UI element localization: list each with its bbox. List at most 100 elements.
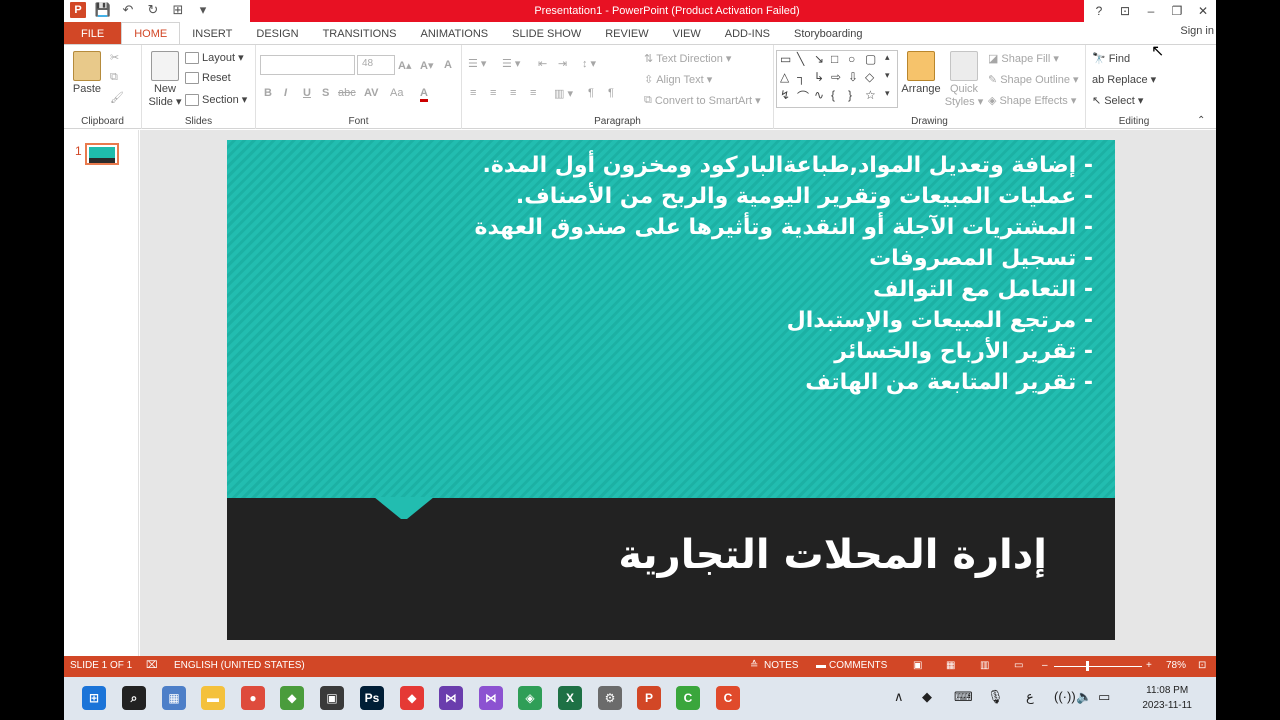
help-button[interactable]: ? <box>1086 0 1112 22</box>
arrange-button[interactable]: Arrange <box>900 51 942 95</box>
ribbon-display-options-button[interactable]: ⊡ <box>1112 0 1138 22</box>
shape-effects-button[interactable]: ◈ Shape Effects ▾ <box>988 94 1076 107</box>
taskbar-powerpoint-icon[interactable]: P <box>637 686 661 710</box>
tray-volume-icon[interactable]: 🔈 <box>1076 689 1092 705</box>
italic-button[interactable]: I <box>284 87 287 99</box>
fit-to-window-icon[interactable]: ⊡ <box>1198 660 1206 671</box>
center-icon[interactable]: ≡ <box>490 87 496 99</box>
increase-indent-icon[interactable]: ⇥ <box>558 57 567 70</box>
taskbar-excel-icon[interactable]: X <box>558 686 582 710</box>
curve-shape-icon[interactable]: ⌒ <box>797 88 809 105</box>
tab-storyboarding[interactable]: Storyboarding <box>782 22 875 45</box>
rectangle-shape-icon[interactable]: □ <box>831 52 838 66</box>
zoom-in-button[interactable]: + <box>1146 660 1152 671</box>
left-brace-shape-icon[interactable]: { <box>831 88 835 102</box>
section-button[interactable]: Section ▾ <box>185 93 247 106</box>
tab-animations[interactable]: ANIMATIONS <box>409 22 501 45</box>
minimize-button[interactable]: – <box>1138 0 1164 22</box>
text-direction-button[interactable]: ⇅ Text Direction ▾ <box>644 52 731 65</box>
taskbar-app-green2-icon[interactable]: ◈ <box>518 686 542 710</box>
notes-button[interactable]: NOTES <box>764 660 798 671</box>
elbow-connector-shape-icon[interactable]: ┐ <box>797 70 806 84</box>
arc-shape-icon[interactable]: ∿ <box>814 88 824 102</box>
curve-arrow-shape-icon[interactable]: ↯ <box>780 88 790 102</box>
reading-view-icon[interactable]: ▥ <box>980 660 989 671</box>
gallery-scroll-up-icon[interactable]: ▴ <box>885 52 890 63</box>
character-spacing-button[interactable]: AV <box>364 87 378 99</box>
cut-icon[interactable]: ✂ <box>110 51 119 64</box>
collapse-ribbon-icon[interactable]: ⌃ <box>1197 115 1205 126</box>
right-brace-shape-icon[interactable]: } <box>848 88 852 102</box>
shape-misc-icon[interactable]: ◇ <box>865 70 874 84</box>
shapes-gallery[interactable]: ▭ ╲ ↘ □ ○ ▢ △ ┐ ↳ ⇨ ⇩ ◇ ↯ ⌒ ∿ { } ☆ ▴ ▾ <box>776 50 898 108</box>
strikethrough-button[interactable]: abc <box>338 87 356 99</box>
normal-view-icon[interactable]: ▣ <box>913 660 922 671</box>
tab-home[interactable]: HOME <box>121 22 181 45</box>
maximize-button[interactable]: ❐ <box>1164 0 1190 22</box>
tab-review[interactable]: REVIEW <box>593 22 660 45</box>
taskbar-clock[interactable]: 11:08 PM 2023-11-11 <box>1142 683 1192 713</box>
decrease-indent-icon[interactable]: ⇤ <box>538 57 547 70</box>
content-placeholder[interactable]: - إضافة وتعديل المواد,طباعةالباركود ومخز… <box>233 150 1093 398</box>
reset-button[interactable]: Reset <box>185 72 231 84</box>
bold-button[interactable]: B <box>264 87 272 99</box>
slide-show-icon[interactable]: ▭ <box>1014 660 1023 671</box>
shrink-font-button[interactable]: A▾ <box>420 59 433 72</box>
spell-check-icon[interactable]: ⌧ <box>146 660 158 671</box>
replace-button[interactable]: ab Replace ▾ <box>1092 73 1156 87</box>
justify-icon[interactable]: ≡ <box>530 87 536 99</box>
format-painter-icon[interactable]: 🖌 <box>110 91 124 104</box>
layout-button[interactable]: Layout ▾ <box>185 51 244 64</box>
triangle-shape-icon[interactable]: △ <box>780 70 789 84</box>
taskbar-app-green-icon[interactable]: ◆ <box>280 686 304 710</box>
save-icon[interactable]: 💾 <box>95 2 111 18</box>
slide-sorter-icon[interactable]: ▦ <box>946 660 955 671</box>
taskbar-photoshop-icon[interactable]: Ps <box>360 686 384 710</box>
taskbar-visual-studio-purple-icon[interactable]: ⋈ <box>439 686 463 710</box>
font-size-box[interactable]: 48 <box>357 55 395 75</box>
star-shape-icon[interactable]: ☆ <box>865 88 876 102</box>
tray-wifi-icon[interactable]: ((·)) <box>1054 689 1076 704</box>
shape-outline-button[interactable]: ✎ Shape Outline ▾ <box>988 73 1079 86</box>
tab-design[interactable]: DESIGN <box>244 22 310 45</box>
down-arrow-shape-icon[interactable]: ⇩ <box>848 70 858 84</box>
zoom-out-button[interactable]: – <box>1042 660 1048 671</box>
textbox-shape-icon[interactable]: ▭ <box>780 52 791 66</box>
slide-count[interactable]: SLIDE 1 OF 1 <box>70 660 132 671</box>
comments-button[interactable]: COMMENTS <box>829 660 887 671</box>
taskbar-anydesk-icon[interactable]: ◆ <box>400 686 424 710</box>
paste-button[interactable]: Paste <box>70 51 104 95</box>
tray-language-icon[interactable]: ع <box>1026 689 1034 705</box>
tray-keyboard-icon[interactable]: ⌨ <box>954 689 973 705</box>
powerpoint-logo-icon[interactable]: P <box>70 2 86 18</box>
rounded-rect-shape-icon[interactable]: ▢ <box>865 52 876 66</box>
tab-file[interactable]: FILE <box>64 22 122 45</box>
gallery-more-icon[interactable]: ▾ <box>885 88 890 99</box>
arrow-line-shape-icon[interactable]: ↘ <box>814 52 824 66</box>
align-text-button[interactable]: ⇳ Align Text ▾ <box>644 73 712 86</box>
taskbar-camtasia-red-icon[interactable]: C <box>716 686 740 710</box>
clear-formatting-button[interactable]: A <box>444 59 452 71</box>
zoom-slider[interactable] <box>1054 666 1142 667</box>
bullets-icon[interactable]: ☰ ▾ <box>468 57 486 70</box>
tab-insert[interactable]: INSERT <box>180 22 244 45</box>
slide-title[interactable]: إدارة المحلات التجارية <box>618 530 1047 580</box>
align-right-icon[interactable]: ≡ <box>510 87 516 99</box>
taskbar-photos-icon[interactable]: ▦ <box>162 686 186 710</box>
right-arrow-shape-icon[interactable]: ⇨ <box>831 70 841 84</box>
quick-styles-button[interactable]: Quick Styles ▾ <box>944 51 984 108</box>
close-button[interactable]: ✕ <box>1190 0 1216 22</box>
sign-in-link[interactable]: Sign in <box>1180 25 1214 37</box>
slide[interactable]: - إضافة وتعديل المواد,طباعةالباركود ومخز… <box>227 140 1115 640</box>
new-slide-button[interactable]: New Slide ▾ <box>148 51 182 108</box>
shape-fill-button[interactable]: ◪ Shape Fill ▾ <box>988 52 1059 65</box>
slide-thumbnail[interactable] <box>85 143 119 165</box>
zoom-slider-thumb[interactable] <box>1086 661 1089 671</box>
tab-add-ins[interactable]: ADD-INS <box>713 22 782 45</box>
undo-icon[interactable]: ↶ <box>120 2 136 18</box>
customize-qat-icon[interactable]: ▾ <box>195 2 211 18</box>
align-left-icon[interactable]: ≡ <box>470 87 476 99</box>
taskbar-camtasia-green-icon[interactable]: C <box>676 686 700 710</box>
start-from-beginning-icon[interactable]: ⊞ <box>170 2 186 18</box>
grow-font-button[interactable]: A▴ <box>398 59 411 72</box>
